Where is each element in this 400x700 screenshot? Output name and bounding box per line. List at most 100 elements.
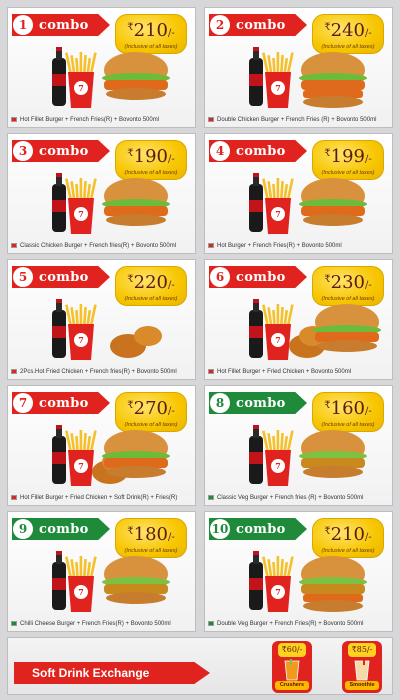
combo-word: combo — [39, 17, 89, 33]
french-fries-icon: 7 — [262, 556, 294, 612]
combo-card-8[interactable]: 8 combo ₹160/- (Inclusive of all taxes) 7 Cla… — [204, 385, 393, 506]
combo-food-image: 7 — [8, 540, 195, 620]
combo-caption: 2Pcs.Hot Fried Chicken + French fries(R)… — [11, 366, 193, 377]
combo-description: Hot Fillet Burger + French Fries(R) + Bo… — [20, 116, 160, 123]
non-veg-mark-icon — [11, 117, 17, 122]
combo-word: combo — [39, 269, 89, 285]
combo-food-image: 7 — [8, 288, 195, 368]
combo-tag: 2 combo — [209, 14, 307, 36]
french-fries-icon: 7 — [65, 430, 97, 486]
combo-tag: 8 combo — [209, 392, 307, 414]
combo-number: 6 — [210, 267, 230, 287]
combo-word: combo — [39, 143, 89, 159]
combo-caption: Double Chicken Burger + French Fries (R)… — [208, 114, 390, 125]
soft-drink-exchange-banner: Soft Drink Exchange — [14, 662, 210, 684]
combo-word: combo — [39, 521, 89, 537]
combo-description: Chilli Cheese Burger + French Fries(R) +… — [20, 620, 171, 627]
burger-icon — [102, 430, 170, 478]
combo-tag: 3 combo — [12, 140, 110, 162]
combo-description: Double Veg Burger + French Fries(R) + Bo… — [217, 620, 364, 627]
veg-mark-icon — [11, 621, 17, 626]
soft-drink-bottle-icon — [52, 173, 66, 232]
svg-text:7: 7 — [78, 83, 84, 93]
veg-mark-icon — [208, 621, 214, 626]
combo-card-2[interactable]: 2 combo ₹240/- (Inclusive of all taxes) 7 Dou… — [204, 7, 393, 128]
combo-number: 9 — [13, 519, 33, 539]
combo-tag: 7 combo — [12, 392, 110, 414]
soft-drink-bottle-icon — [249, 47, 263, 106]
combo-word: combo — [236, 17, 286, 33]
combo-description: Double Chicken Burger + French Fries (R)… — [217, 116, 377, 123]
combo-card-7[interactable]: 7 combo ₹270/- (Inclusive of all taxes) 7 Hot… — [7, 385, 196, 506]
burger-icon — [102, 556, 170, 604]
smoothie-option[interactable]: ₹85/- Smoothie — [342, 641, 382, 693]
combo-card-4[interactable]: 4 combo ₹199/- (Inclusive of all taxes) 7 Hot… — [204, 133, 393, 254]
soft-drink-bottle-icon — [52, 299, 66, 358]
burger-icon — [102, 52, 170, 100]
combo-tag: 6 combo — [209, 266, 307, 288]
crushers-option[interactable]: ₹60/- Crushers — [272, 641, 312, 693]
combo-description: Hot Fillet Burger + Fried Chicken + Soft… — [20, 494, 178, 501]
combo-card-9[interactable]: 9 combo ₹180/- (Inclusive of all taxes) 7 Chi… — [7, 511, 196, 632]
combo-card-1[interactable]: 1 combo ₹210/- (Inclusive of all taxes) 7 Hot… — [7, 7, 196, 128]
svg-text:7: 7 — [275, 335, 281, 345]
combo-tag: 10 combo — [209, 518, 307, 540]
combo-food-image: 7 — [205, 36, 392, 116]
french-fries-icon: 7 — [65, 178, 97, 234]
combo-grid: 1 combo ₹210/- (Inclusive of all taxes) 7 Hot… — [7, 7, 393, 632]
combo-tag: 1 combo — [12, 14, 110, 36]
soft-drink-bottle-icon — [249, 425, 263, 484]
combo-word: combo — [236, 521, 286, 537]
combo-food-image: 7 — [205, 288, 392, 368]
combo-card-3[interactable]: 3 combo ₹190/- (Inclusive of all taxes) 7 Cla… — [7, 133, 196, 254]
combo-number: 4 — [210, 141, 230, 161]
combo-description: Classic Veg Burger + French fries (R) + … — [217, 494, 364, 501]
french-fries-icon: 7 — [65, 304, 97, 360]
combo-food-image: 7 — [8, 414, 195, 494]
combo-description: Hot Fillet Burger + Fried Chicken + Bovo… — [217, 368, 352, 375]
combo-word: combo — [236, 269, 286, 285]
combo-card-6[interactable]: 6 combo ₹230/- (Inclusive of all taxes) 7 Hot… — [204, 259, 393, 380]
burger-icon — [299, 178, 367, 226]
french-fries-icon: 7 — [262, 52, 294, 108]
soft-drink-bottle-icon — [52, 47, 66, 106]
combo-food-image: 7 — [205, 162, 392, 242]
non-veg-mark-icon — [208, 369, 214, 374]
crushers-price: ₹60/- — [278, 643, 306, 657]
burger-icon — [299, 556, 367, 612]
combo-description: Classic Chicken Burger + French fries(R)… — [20, 242, 177, 249]
combo-caption: Classic Veg Burger + French fries (R) + … — [208, 492, 390, 503]
combo-word: combo — [39, 395, 89, 411]
svg-text:7: 7 — [78, 461, 84, 471]
burger-icon — [299, 430, 367, 478]
combo-caption: Hot Fillet Burger + Fried Chicken + Bovo… — [208, 366, 390, 377]
combo-tag: 9 combo — [12, 518, 110, 540]
burger-icon — [102, 178, 170, 226]
non-veg-mark-icon — [208, 243, 214, 248]
combo-tag: 5 combo — [12, 266, 110, 288]
combo-number: 3 — [13, 141, 33, 161]
svg-text:7: 7 — [78, 209, 84, 219]
combo-food-image: 7 — [205, 414, 392, 494]
burger-icon — [313, 304, 381, 352]
svg-text:7: 7 — [275, 209, 281, 219]
smoothie-cup-icon — [354, 659, 370, 681]
combo-card-5[interactable]: 5 combo ₹220/- (Inclusive of all taxes) 7 2Pc… — [7, 259, 196, 380]
combo-food-image: 7 — [8, 36, 195, 116]
combo-card-10[interactable]: 10 combo ₹210/- (Inclusive of all taxes) 7 Do… — [204, 511, 393, 632]
combo-description: Hot Burger + French Fries(R) + Bovonto 5… — [217, 242, 342, 249]
french-fries-icon: 7 — [65, 52, 97, 108]
svg-text:7: 7 — [275, 461, 281, 471]
combo-number: 1 — [13, 15, 33, 35]
combo-caption: Double Veg Burger + French Fries(R) + Bo… — [208, 618, 390, 629]
combo-number: 8 — [210, 393, 230, 413]
combo-food-image: 7 — [205, 540, 392, 620]
soft-drink-bottle-icon — [52, 551, 66, 610]
non-veg-mark-icon — [11, 369, 17, 374]
french-fries-icon: 7 — [65, 556, 97, 612]
non-veg-mark-icon — [11, 495, 17, 500]
non-veg-mark-icon — [208, 117, 214, 122]
soft-drink-bottle-icon — [249, 299, 263, 358]
combo-number: 2 — [210, 15, 230, 35]
combo-caption: Hot Fillet Burger + French Fries(R) + Bo… — [11, 114, 193, 125]
